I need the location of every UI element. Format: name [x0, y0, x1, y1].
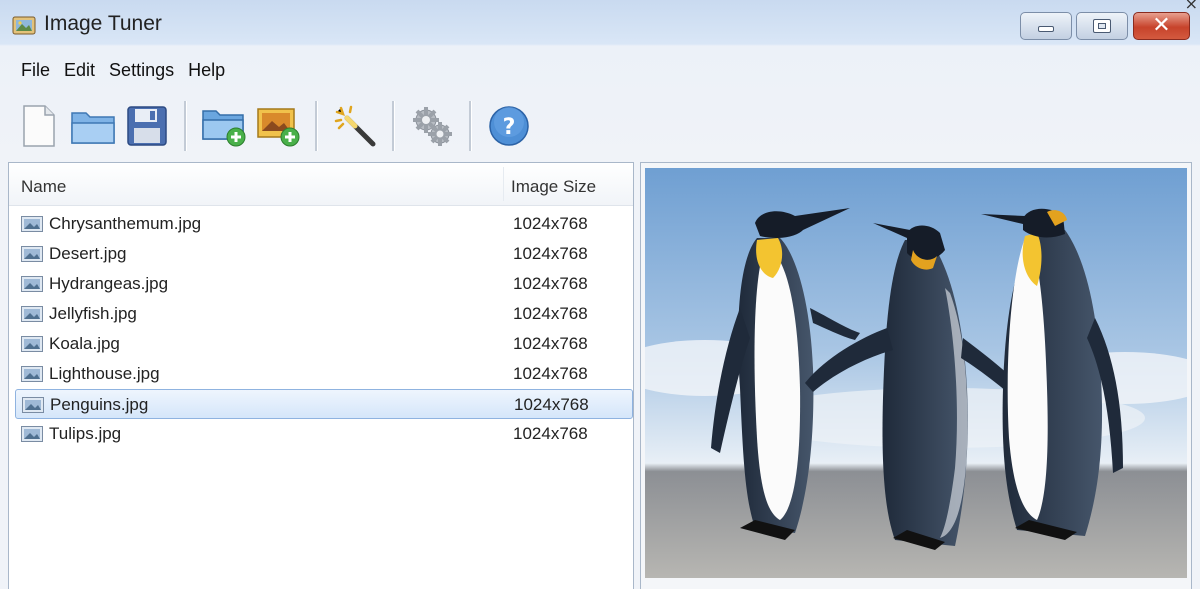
corner-close-icon: ×: [1184, 0, 1198, 13]
add-folder-button[interactable]: [199, 98, 249, 154]
file-image-size: 1024x768: [514, 395, 589, 414]
add-folder-icon: [202, 110, 246, 147]
image-file-icon: [21, 366, 43, 387]
file-name: Tulips.jpg: [49, 424, 122, 443]
open-folder-icon: [71, 112, 115, 144]
toolbar: ?: [14, 96, 538, 156]
magic-wand-button[interactable]: [330, 98, 380, 154]
svg-text:?: ?: [503, 115, 516, 140]
file-row[interactable]: Desert.jpg 1024x768: [15, 239, 633, 269]
file-image-size: 1024x768: [513, 214, 588, 233]
file-image-size: 1024x768: [513, 274, 588, 293]
file-row[interactable]: Koala.jpg 1024x768: [15, 329, 633, 359]
file-name: Jellyfish.jpg: [49, 304, 137, 323]
image-file-icon: [22, 397, 44, 418]
file-name: Desert.jpg: [49, 244, 127, 263]
image-file-icon: [21, 276, 43, 297]
file-row[interactable]: Tulips.jpg 1024x768: [15, 419, 633, 449]
menu-edit[interactable]: Edit: [57, 56, 102, 86]
toolbar-separator: [392, 101, 395, 151]
new-file-icon: [23, 105, 55, 147]
file-image-size: 1024x768: [513, 424, 588, 443]
file-row[interactable]: Jellyfish.jpg 1024x768: [15, 299, 633, 329]
image-file-icon: [21, 336, 43, 357]
help-button[interactable]: ?: [484, 98, 534, 154]
minimize-button[interactable]: [1020, 12, 1072, 40]
add-image-icon: [257, 108, 300, 147]
file-row[interactable]: Penguins.jpg 1024x768: [15, 389, 633, 419]
help-icon: ?: [489, 106, 529, 146]
minimize-icon: [1038, 26, 1054, 32]
close-icon: ✕: [1152, 13, 1171, 38]
column-divider[interactable]: [503, 167, 504, 201]
save-button[interactable]: [122, 98, 172, 154]
file-image-size: 1024x768: [513, 244, 588, 263]
file-name: Penguins.jpg: [50, 395, 149, 414]
file-name: Hydrangeas.jpg: [49, 274, 169, 293]
file-image-size: 1024x768: [513, 304, 588, 323]
menu-help[interactable]: Help: [181, 56, 232, 86]
menu-file[interactable]: File: [14, 56, 57, 86]
gears-icon: [413, 107, 452, 146]
maximize-button[interactable]: [1076, 12, 1128, 40]
file-list: Chrysanthemum.jpg 1024x768 Desert.jpg 1024x…: [15, 209, 633, 449]
file-name: Lighthouse.jpg: [49, 364, 160, 383]
app-window: Image Tuner ✕ × File Edit Settings Help: [0, 0, 1200, 589]
add-image-button[interactable]: [253, 98, 303, 154]
menu-settings[interactable]: Settings: [102, 56, 181, 86]
file-list-panel: Name Image Size Chrysanthemum.jpg 1024x76…: [8, 162, 634, 589]
maximize-icon: [1093, 19, 1111, 33]
new-file-button[interactable]: [14, 98, 64, 154]
close-button[interactable]: ✕: [1133, 12, 1190, 40]
file-name: Chrysanthemum.jpg: [49, 214, 202, 233]
settings-button[interactable]: [407, 98, 457, 154]
menu-bar: File Edit Settings Help: [0, 56, 232, 86]
file-name: Koala.jpg: [49, 334, 120, 353]
window-title: Image Tuner: [44, 12, 162, 35]
open-folder-button[interactable]: [68, 98, 118, 154]
penguins-preview-image: [645, 168, 1187, 578]
toolbar-separator: [315, 101, 318, 151]
magic-wand-icon: [334, 105, 376, 147]
image-file-icon: [21, 216, 43, 237]
image-preview-panel: [640, 162, 1192, 589]
file-image-size: 1024x768: [513, 364, 588, 383]
file-row[interactable]: Lighthouse.jpg 1024x768: [15, 359, 633, 389]
file-row[interactable]: Chrysanthemum.jpg 1024x768: [15, 209, 633, 239]
toolbar-separator: [469, 101, 472, 151]
file-row[interactable]: Hydrangeas.jpg 1024x768: [15, 269, 633, 299]
column-header-name[interactable]: Name: [21, 177, 66, 197]
image-file-icon: [21, 306, 43, 327]
app-icon: [12, 16, 36, 35]
image-file-icon: [21, 246, 43, 267]
save-icon: [127, 106, 167, 146]
title-bar[interactable]: Image Tuner ✕ ×: [0, 0, 1200, 50]
file-list-header: Name Image Size: [9, 163, 633, 206]
file-image-size: 1024x768: [513, 334, 588, 353]
column-header-size[interactable]: Image Size: [511, 177, 596, 197]
toolbar-separator: [184, 101, 187, 151]
image-file-icon: [21, 426, 43, 447]
